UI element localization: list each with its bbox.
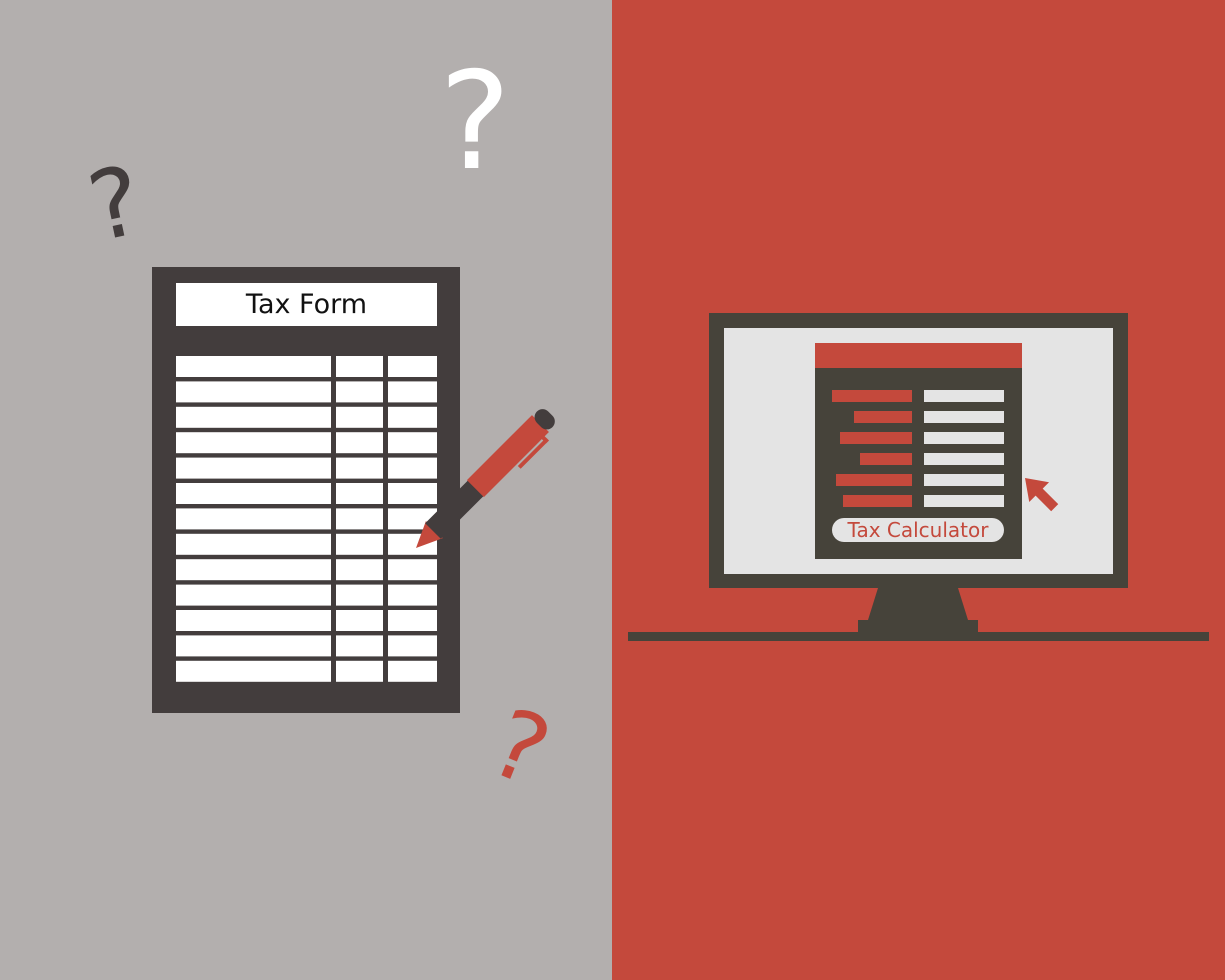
tax-form-icon: Tax Form xyxy=(152,267,460,713)
illustration: ? ? ? Tax Form Tax Calculator xyxy=(0,0,1225,980)
form-cell xyxy=(336,457,383,479)
form-cell xyxy=(336,406,383,428)
form-cell xyxy=(336,381,383,403)
calculator-value-bar xyxy=(924,495,1004,507)
calculator-value-bar xyxy=(924,390,1004,402)
form-cell xyxy=(336,635,383,657)
form-cell xyxy=(336,356,383,377)
form-cell xyxy=(176,356,331,377)
form-cell xyxy=(388,406,437,428)
form-cell xyxy=(176,635,331,657)
form-cell xyxy=(388,356,437,377)
question-mark-icon: ? xyxy=(439,43,511,200)
calculator-label-bar xyxy=(860,453,912,465)
calculator-value-bar xyxy=(924,432,1004,444)
form-cell xyxy=(388,660,437,682)
form-cell xyxy=(336,483,383,504)
form-cell xyxy=(388,381,437,403)
form-cell xyxy=(176,533,331,555)
form-cell xyxy=(336,610,383,631)
calculator-label-bar xyxy=(840,432,912,444)
form-cell xyxy=(336,432,383,454)
form-cell xyxy=(388,483,437,504)
form-cell xyxy=(336,533,383,555)
form-cell xyxy=(336,559,383,581)
form-cell xyxy=(176,610,331,631)
form-cell xyxy=(176,559,331,581)
calculator-value-bar xyxy=(924,411,1004,423)
tax-calculator-label: Tax Calculator xyxy=(847,518,990,542)
calculator-label-bar xyxy=(854,411,912,423)
form-cell xyxy=(336,660,383,682)
form-cell xyxy=(176,660,331,682)
form-cell xyxy=(388,559,437,581)
calculator-label-bar xyxy=(832,390,912,402)
form-cell xyxy=(388,635,437,657)
form-cell xyxy=(176,584,331,606)
form-cell xyxy=(388,610,437,631)
form-cell xyxy=(176,483,331,504)
calculator-label-bar xyxy=(843,495,912,507)
form-cell xyxy=(388,584,437,606)
form-cell xyxy=(176,508,331,530)
form-cell xyxy=(388,432,437,454)
calculator-label-bar xyxy=(836,474,912,486)
calculator-value-bar xyxy=(924,474,1004,486)
form-title: Tax Form xyxy=(245,289,367,320)
form-cell xyxy=(176,406,331,428)
form-cell xyxy=(336,508,383,530)
calculator-header xyxy=(815,343,1022,368)
calculator-value-bar xyxy=(924,453,1004,465)
form-cell xyxy=(176,432,331,454)
form-cell xyxy=(388,457,437,479)
form-cell xyxy=(176,381,331,403)
form-cell xyxy=(336,584,383,606)
form-cell xyxy=(176,457,331,479)
